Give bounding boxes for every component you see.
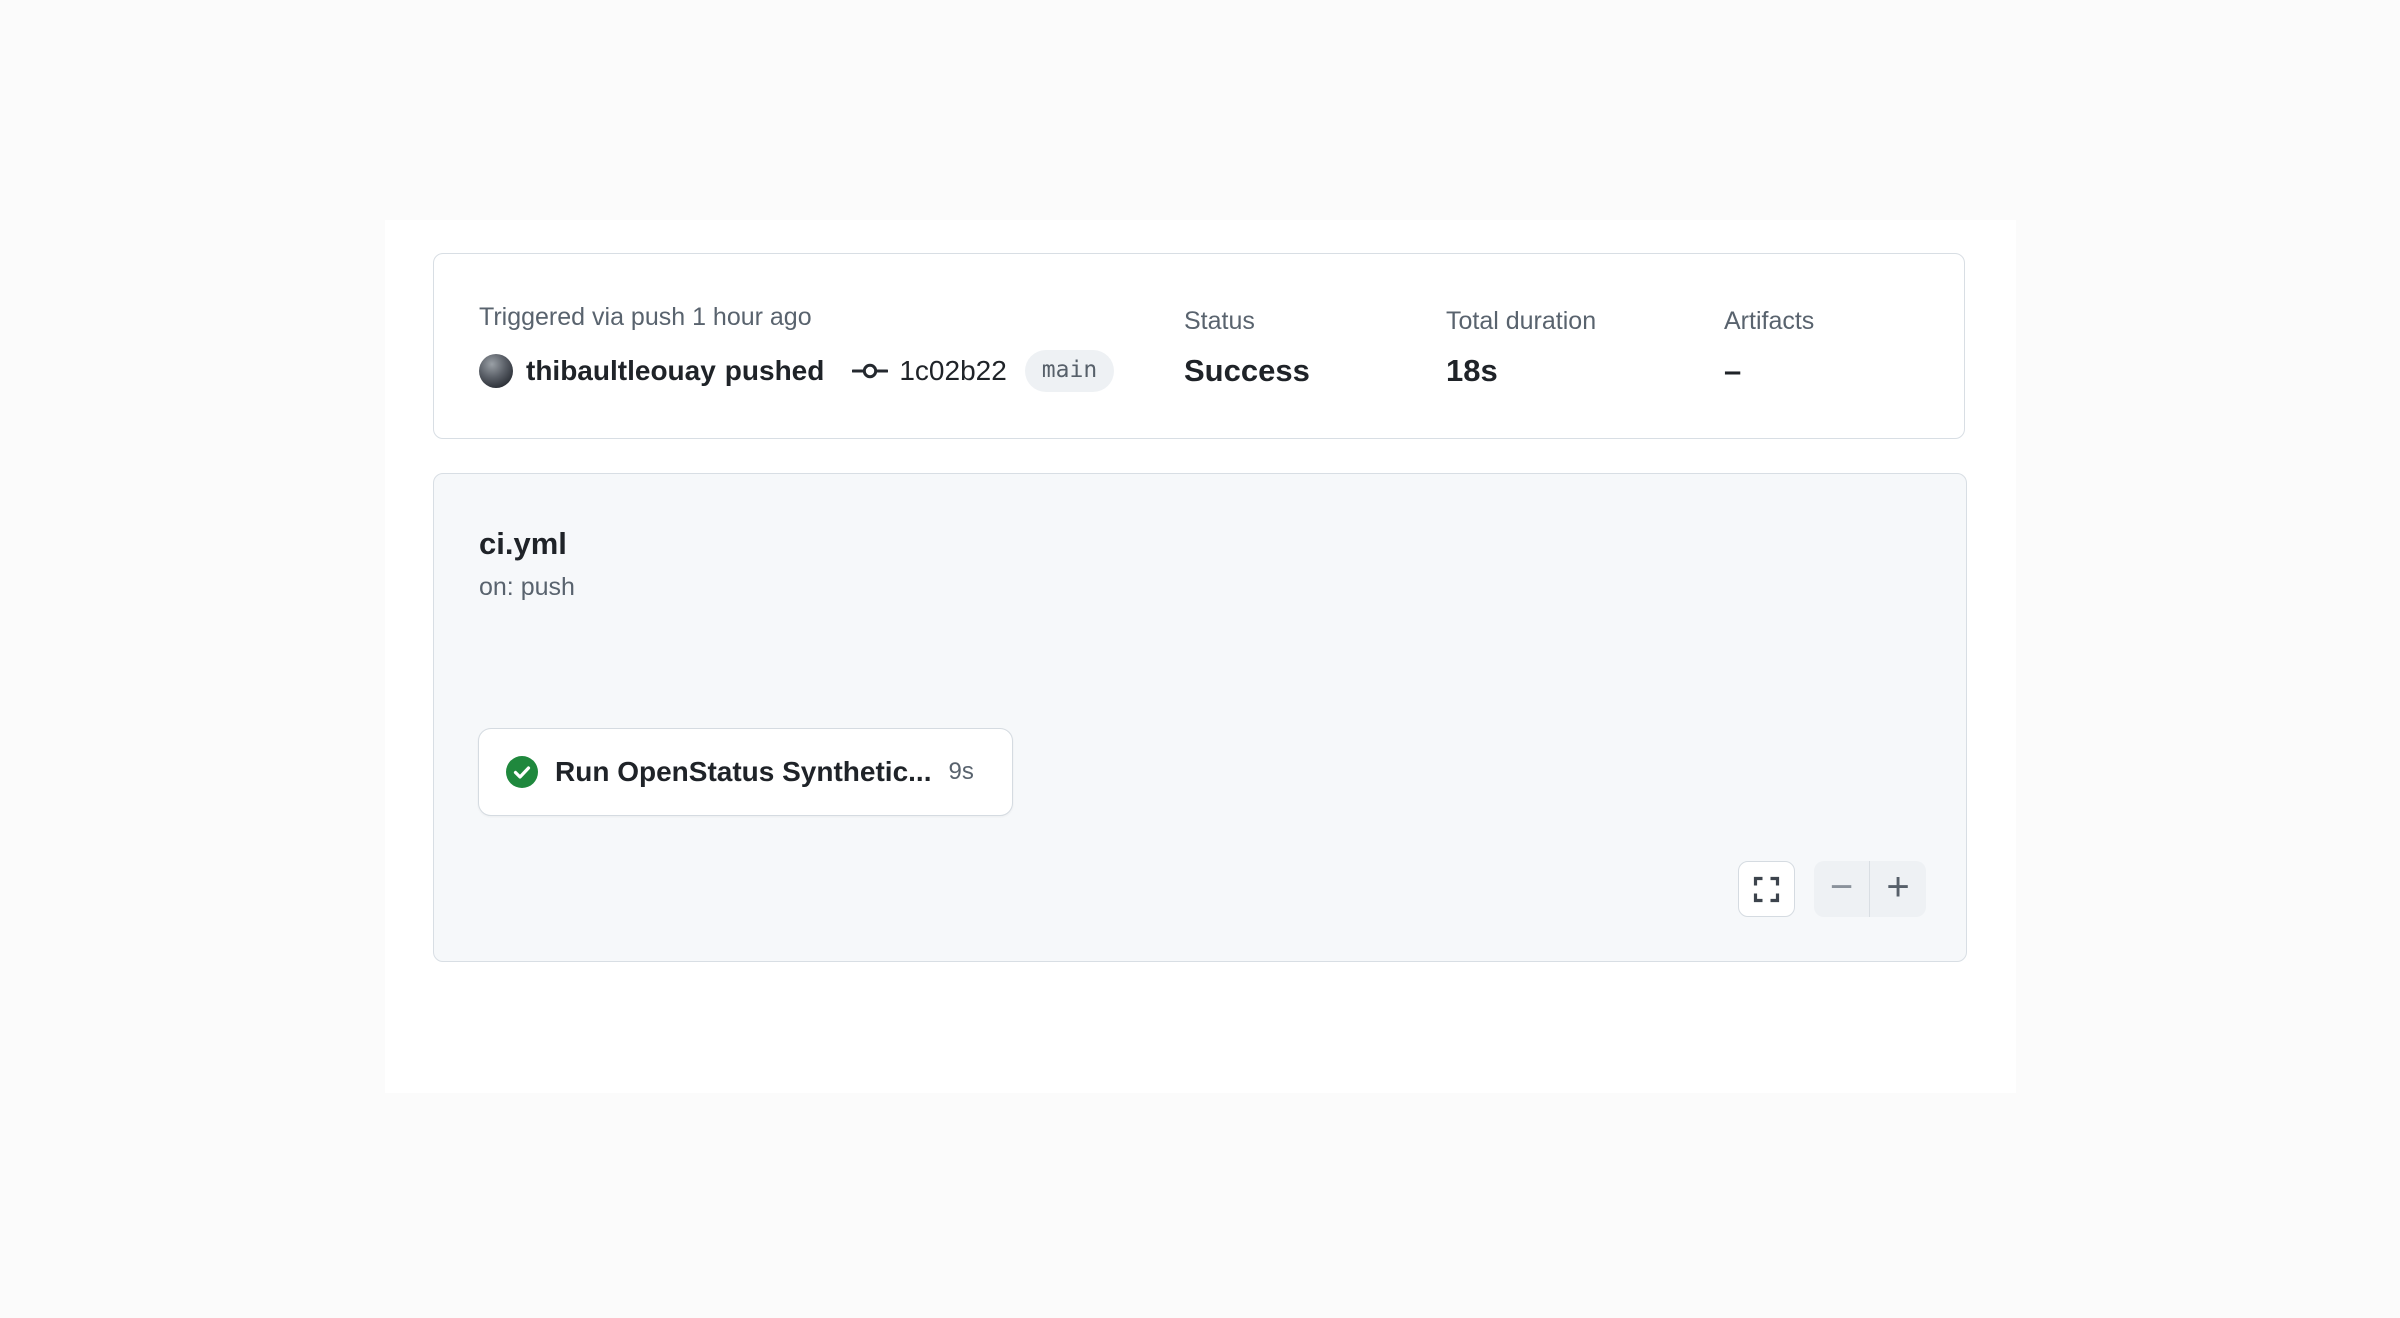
- job-duration: 9s: [948, 758, 973, 786]
- actor-row: thibaultleouay pushed 1c02b22 main: [479, 350, 1114, 392]
- artifacts-column: Artifacts –: [1724, 307, 1814, 389]
- trigger-block: Triggered via push 1 hour ago thibaultle…: [479, 303, 1114, 392]
- actor-action-text: pushed: [725, 353, 825, 389]
- graph-controls: − +: [1738, 861, 1926, 917]
- workflow-title: ci.yml: [479, 526, 567, 562]
- job-name: Run OpenStatus Synthetic...: [555, 756, 931, 788]
- job-node[interactable]: Run OpenStatus Synthetic... 9s: [478, 728, 1013, 816]
- avatar[interactable]: [479, 354, 513, 388]
- status-value: Success: [1184, 352, 1310, 389]
- content-panel: Triggered via push 1 hour ago thibaultle…: [385, 220, 2016, 1093]
- artifacts-value: –: [1724, 352, 1814, 389]
- total-duration-column: Total duration 18s: [1446, 307, 1596, 389]
- trigger-text: Triggered via push 1 hour ago: [479, 303, 1114, 331]
- branch-badge[interactable]: main: [1025, 350, 1114, 392]
- workflow-graph-card: ci.yml on: push Run OpenStatus Synthetic…: [433, 473, 1967, 962]
- total-duration-value: 18s: [1446, 352, 1596, 389]
- commit-sha-link[interactable]: 1c02b22: [899, 353, 1006, 389]
- total-duration-label: Total duration: [1446, 307, 1596, 335]
- check-circle-icon: [506, 756, 538, 788]
- zoom-control-group: − +: [1814, 861, 1926, 917]
- artifacts-label: Artifacts: [1724, 307, 1814, 335]
- actor-name-link[interactable]: thibaultleouay: [526, 353, 716, 389]
- git-commit-icon: [852, 361, 888, 381]
- fullscreen-icon: [1753, 876, 1780, 903]
- run-summary-card: Triggered via push 1 hour ago thibaultle…: [433, 253, 1965, 439]
- status-label: Status: [1184, 307, 1310, 335]
- zoom-in-button[interactable]: +: [1870, 861, 1926, 917]
- workflow-trigger-subtitle: on: push: [479, 573, 575, 602]
- status-column: Status Success: [1184, 307, 1310, 389]
- fullscreen-button[interactable]: [1738, 861, 1795, 917]
- zoom-out-button[interactable]: −: [1814, 861, 1870, 917]
